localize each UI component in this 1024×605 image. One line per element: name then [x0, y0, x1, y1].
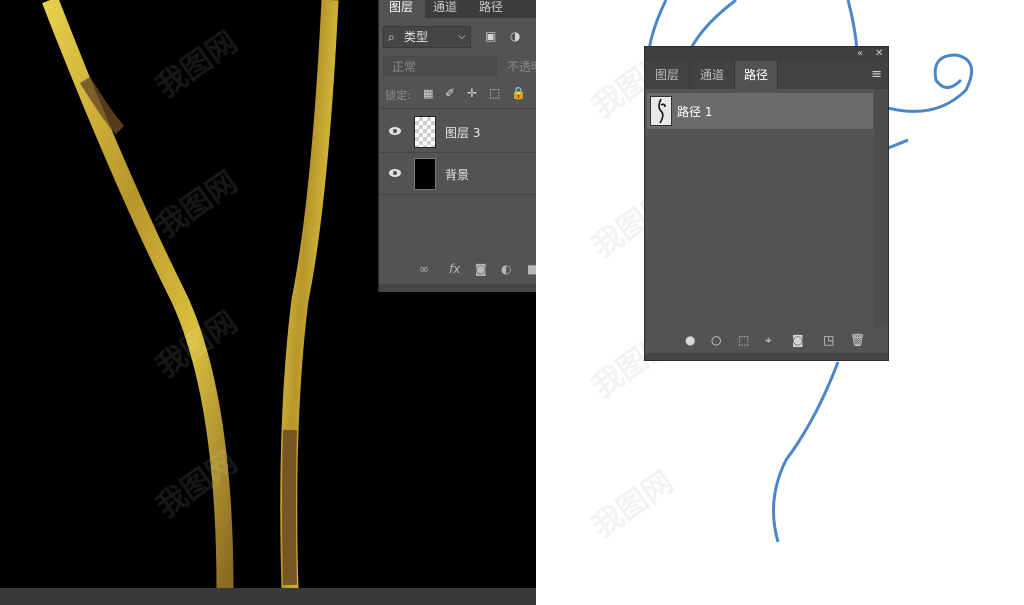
adjustment-filter-icon[interactable]: ◑: [510, 29, 520, 43]
layer-filter-select[interactable]: ⌕ 类型 ⌵: [383, 26, 471, 48]
panel-menu-icon[interactable]: ≡: [871, 67, 882, 82]
layer-name[interactable]: 图层 3: [445, 124, 480, 141]
paths-footer: ● ○ ⬚ ⌖ ◙ ◳ 🗑: [645, 327, 888, 353]
fill-path-icon[interactable]: ●: [685, 333, 695, 347]
layers-panel-tabs: 图层 通道 路径: [379, 0, 537, 18]
tab-channels[interactable]: 通道: [690, 61, 735, 89]
layer-thumbnail: [414, 158, 436, 190]
paths-panel-tabs: 图层 通道 路径 ≡: [645, 61, 888, 89]
lock-artboard-icon[interactable]: ⬚: [489, 86, 500, 100]
tab-paths[interactable]: 路径: [735, 61, 778, 89]
stroke-path-icon[interactable]: ○: [711, 333, 721, 347]
lock-label: 锁定:: [385, 89, 411, 102]
canvas-bottom-bar: [0, 588, 536, 605]
close-icon[interactable]: ✕: [875, 47, 883, 61]
add-mask-icon[interactable]: ◙: [792, 333, 804, 347]
lock-transparency-icon[interactable]: ▦: [423, 87, 433, 100]
tab-paths[interactable]: 路径: [469, 0, 515, 18]
mask-icon[interactable]: ◙: [475, 262, 487, 276]
make-work-path-icon[interactable]: ⌖: [765, 333, 772, 348]
tab-layers[interactable]: 图层: [645, 61, 690, 89]
adjustment-icon[interactable]: ◐: [501, 262, 511, 276]
layer-thumbnail: [414, 116, 436, 148]
layer-name[interactable]: 背景: [445, 166, 469, 183]
lock-brush-icon[interactable]: ✐: [445, 86, 455, 100]
tab-layers[interactable]: 图层: [379, 0, 425, 18]
tab-channels[interactable]: 通道: [423, 0, 469, 18]
paths-scrollbar[interactable]: [874, 89, 888, 327]
new-path-icon[interactable]: ◳: [823, 333, 834, 347]
collapse-icon[interactable]: «: [857, 47, 863, 61]
blend-mode-select[interactable]: 正常: [383, 56, 497, 76]
paths-panel-bottom-bar: [645, 353, 888, 360]
filter-type-label: 类型: [404, 30, 429, 44]
lock-move-icon[interactable]: ✛: [467, 86, 477, 100]
image-filter-icon[interactable]: ▣: [485, 29, 496, 43]
opacity-label: 不透明度: [507, 60, 537, 74]
layer-row[interactable]: 图层 3: [379, 112, 537, 152]
path-name[interactable]: 路径 1: [677, 103, 712, 120]
layers-footer: ∞ fx ◙ ◐ ■: [379, 258, 537, 282]
layers-panel: 图层 通道 路径 ⌕ 类型 ⌵ ▣ ◑ 正常 不透明度 锁定: ▦ ✐ ✛ ⬚ …: [378, 0, 537, 292]
chevron-down-icon: ⌵: [458, 31, 466, 42]
divider: [379, 152, 537, 153]
eye-icon[interactable]: [389, 168, 401, 178]
eye-icon[interactable]: [389, 126, 401, 136]
divider: [379, 194, 537, 195]
layer-row[interactable]: 背景: [379, 154, 537, 194]
paths-panel: « ✕ 图层 通道 路径 ≡ 路径 1 ● ○ ⬚ ⌖ ◙ ◳ 🗑: [644, 46, 889, 361]
link-icon[interactable]: ∞: [419, 262, 429, 276]
path-row[interactable]: 路径 1: [647, 93, 873, 129]
path-thumbnail: [650, 96, 672, 126]
load-selection-icon[interactable]: ⬚: [738, 333, 749, 347]
search-icon: ⌕: [388, 30, 395, 44]
layers-panel-bottom-bar: [379, 284, 537, 292]
divider: [379, 108, 537, 109]
fx-icon[interactable]: fx: [449, 262, 460, 276]
lock-all-icon[interactable]: 🔒: [511, 86, 526, 100]
paths-panel-titlebar[interactable]: « ✕: [645, 47, 888, 61]
trash-icon[interactable]: 🗑: [850, 333, 865, 347]
